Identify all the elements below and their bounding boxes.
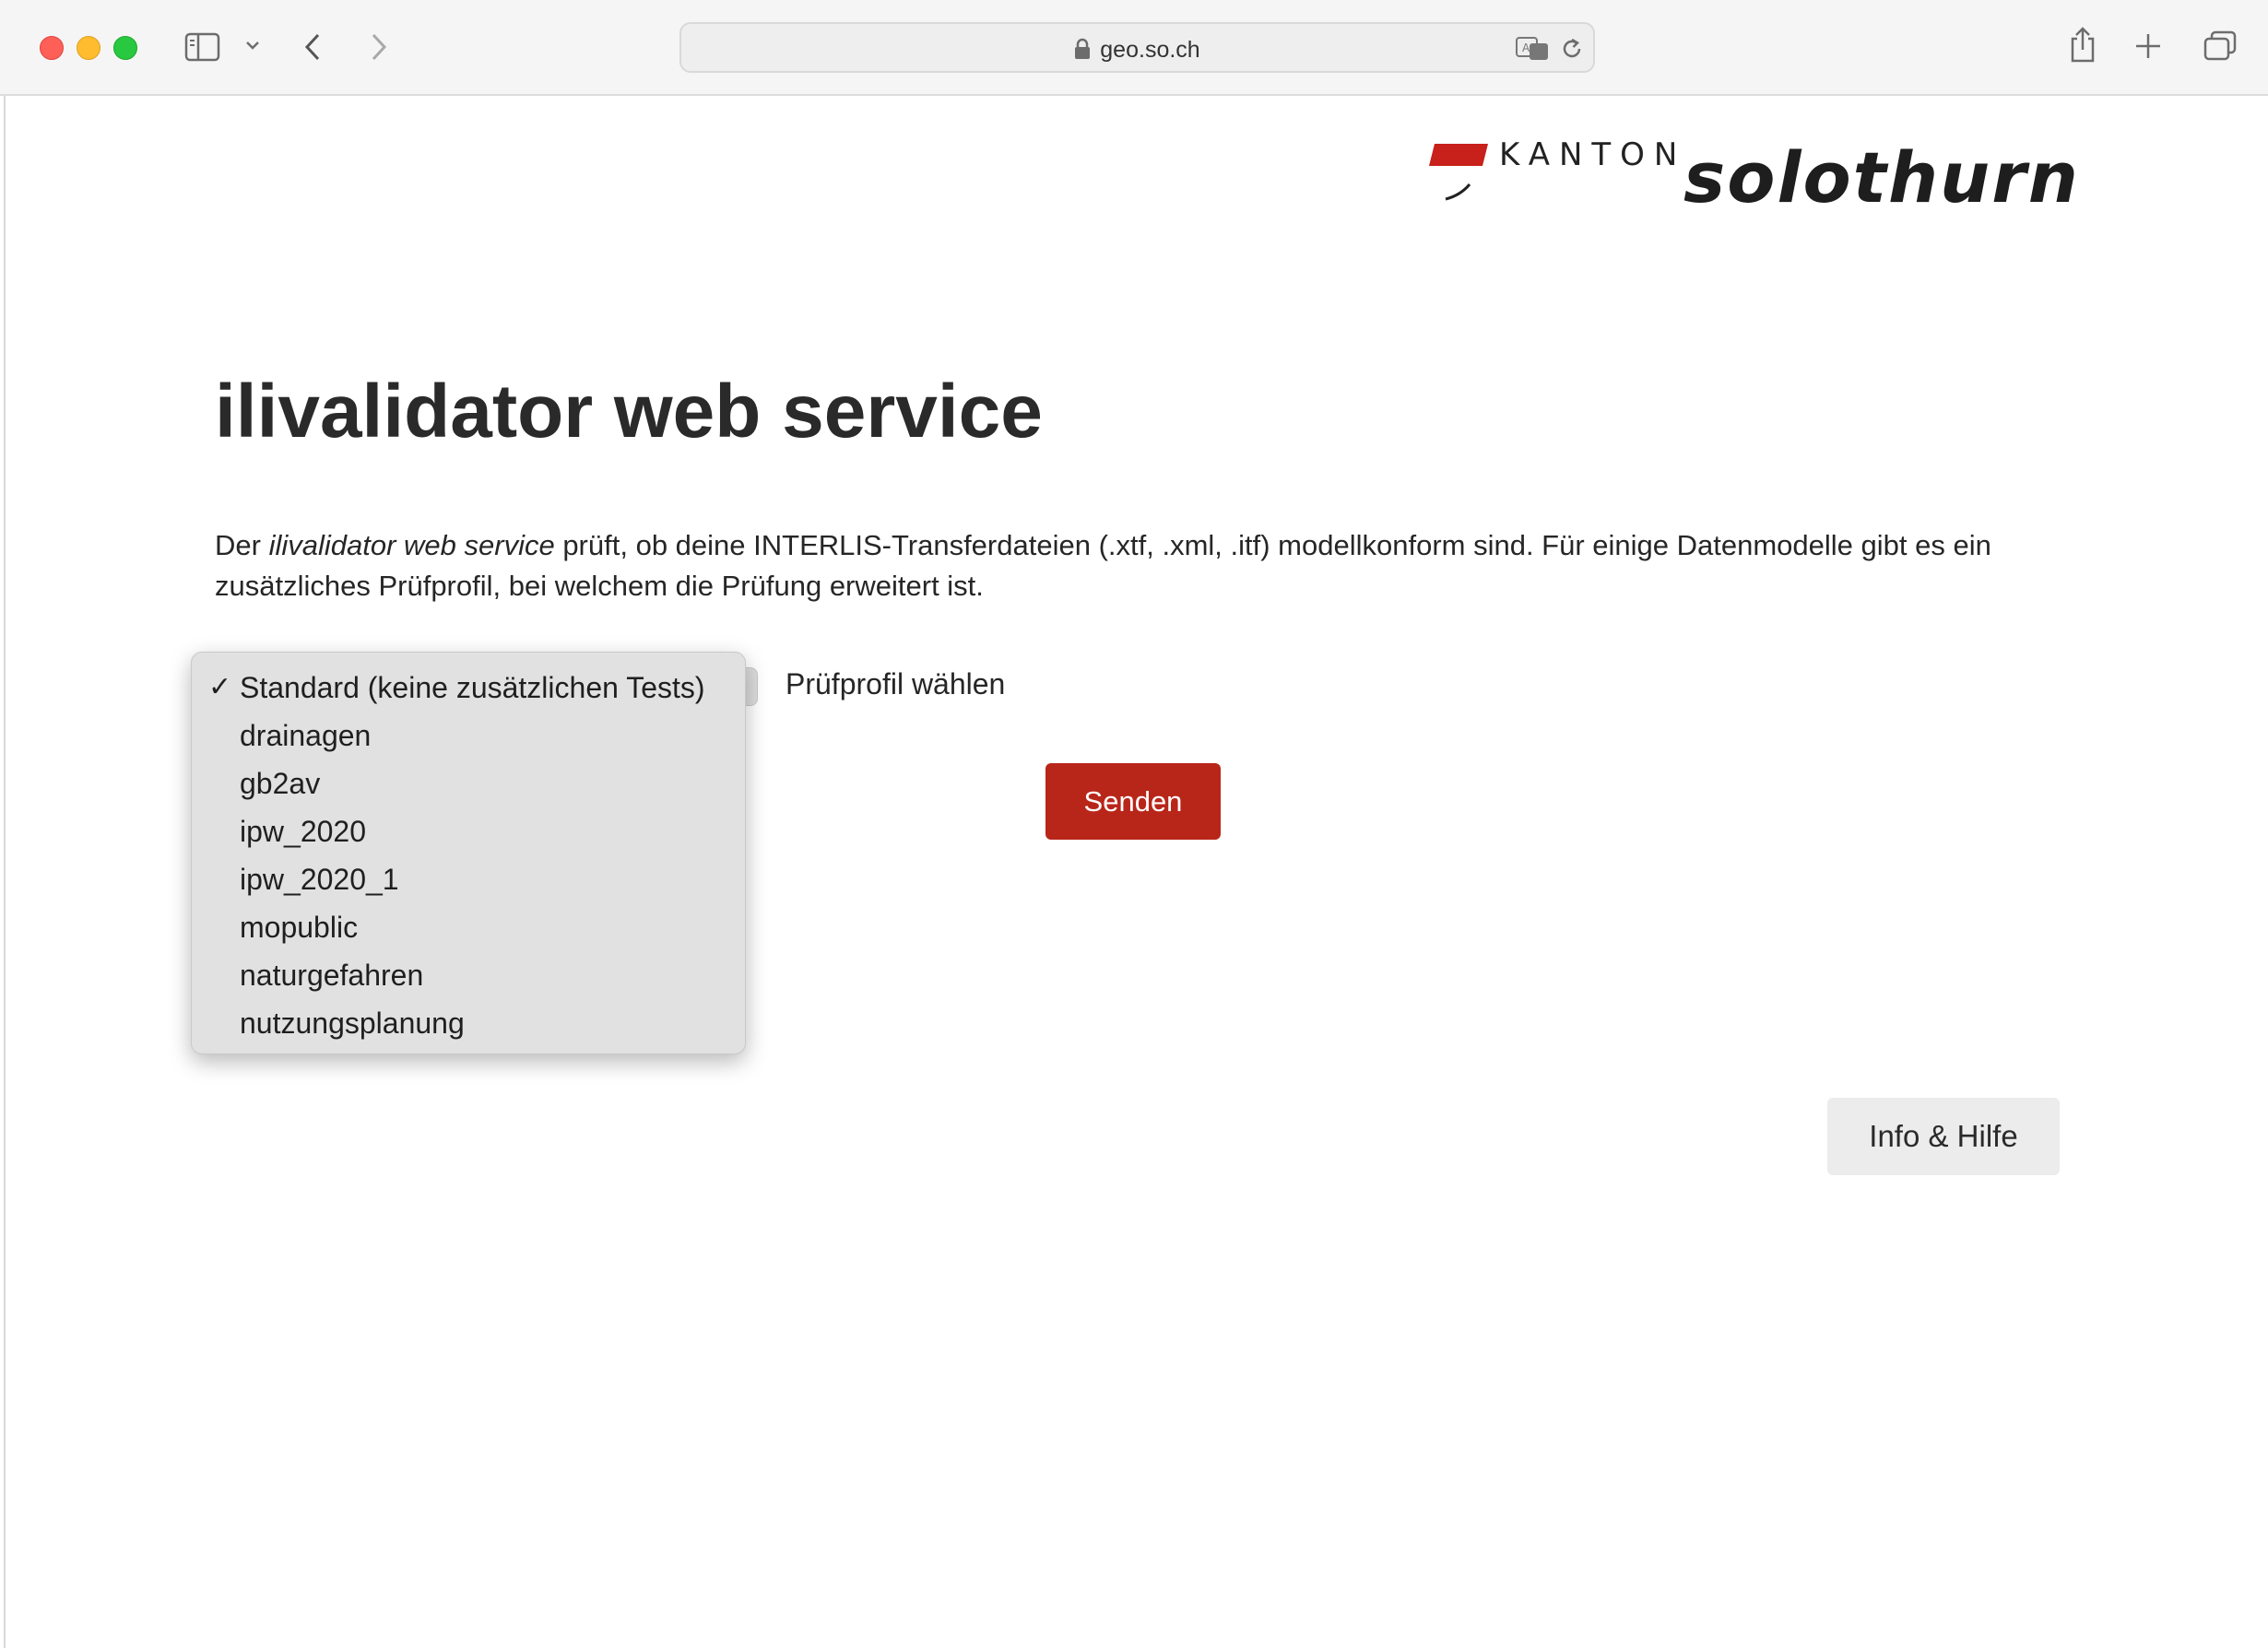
reload-icon[interactable] xyxy=(1559,36,1585,62)
dropdown-option-gb2av[interactable]: gb2av xyxy=(192,759,745,807)
dropdown-option-ipw-2020-1[interactable]: ipw_2020_1 xyxy=(192,855,745,903)
checkmark-icon: ✓ xyxy=(208,672,232,702)
profile-dropdown-menu: ✓ Standard (keine zusätzlichen Tests) dra… xyxy=(191,652,746,1054)
close-window-button[interactable] xyxy=(40,36,64,60)
page-title: ilivalidator web service xyxy=(215,370,1043,453)
sidebar-icon[interactable] xyxy=(184,31,221,63)
dropdown-option-drainagen[interactable]: drainagen xyxy=(192,712,745,759)
chevron-down-icon[interactable] xyxy=(244,39,261,52)
send-button[interactable]: Senden xyxy=(1045,763,1221,840)
tabs-overview-icon[interactable] xyxy=(2203,30,2237,62)
info-help-button[interactable]: Info & Hilfe xyxy=(1827,1098,2060,1175)
forward-icon[interactable] xyxy=(369,31,389,63)
minimize-window-button[interactable] xyxy=(77,36,100,60)
dropdown-option-mopublic[interactable]: mopublic xyxy=(192,903,745,951)
svg-text:A: A xyxy=(1522,41,1530,54)
profile-select-label: Prüfprofil wählen xyxy=(786,667,1006,700)
dropdown-option-naturgefahren[interactable]: naturgefahren xyxy=(192,951,745,999)
intro-service-name: ilivalidator web service xyxy=(268,529,555,561)
logo-solothurn-text: solothurn xyxy=(1683,136,2080,218)
intro-paragraph: Der ilivalidator web service prüft, ob d… xyxy=(215,529,1991,602)
dropdown-option-nutzungsplanung[interactable]: nutzungsplanung xyxy=(192,999,745,1047)
address-bar[interactable]: geo.so.ch A xyxy=(679,22,1595,73)
dropdown-option-standard[interactable]: ✓ Standard (keine zusätzlichen Tests) xyxy=(192,664,745,712)
logo-kanton-text: KANTON xyxy=(1499,136,1687,173)
browser-toolbar: geo.so.ch A xyxy=(0,0,2268,96)
new-tab-icon[interactable] xyxy=(2134,32,2162,60)
zoom-window-button[interactable] xyxy=(113,36,137,60)
lock-icon xyxy=(1075,38,1091,59)
back-icon[interactable] xyxy=(302,31,323,63)
translate-icon[interactable]: A xyxy=(1515,35,1552,63)
url-text: geo.so.ch xyxy=(1100,37,1200,63)
share-icon[interactable] xyxy=(2068,26,2097,65)
dropdown-option-ipw-2020[interactable]: ipw_2020 xyxy=(192,807,745,855)
